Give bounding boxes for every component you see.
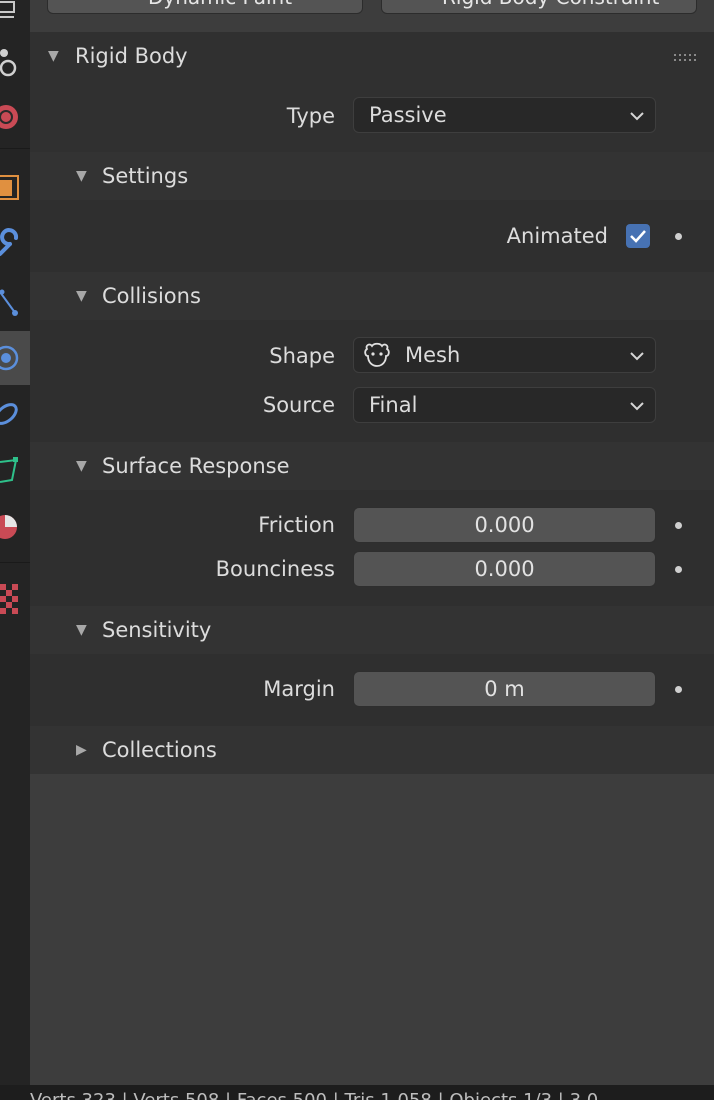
modifier-wrench-icon bbox=[0, 228, 19, 256]
scene-icon bbox=[0, 49, 17, 77]
source-value: Final bbox=[369, 393, 418, 417]
tab-object-data[interactable] bbox=[0, 448, 30, 494]
chevron-down-icon bbox=[630, 402, 644, 411]
settings-content: Animated bbox=[30, 200, 714, 272]
status-bar: Verts 323 | Verts 508 | Faces 500 | Tris… bbox=[0, 1085, 714, 1100]
tab-world[interactable] bbox=[0, 95, 30, 141]
properties-tab-strip bbox=[0, 0, 30, 1100]
world-icon bbox=[0, 105, 18, 129]
texture-icon bbox=[0, 584, 18, 614]
checkmark-icon bbox=[630, 230, 646, 243]
particles-icon bbox=[0, 289, 18, 316]
bounciness-label: Bounciness bbox=[215, 557, 335, 581]
rigid-body-content: Type Passive bbox=[30, 80, 714, 152]
chevron-down-icon bbox=[630, 352, 644, 361]
shape-dropdown[interactable]: Mesh bbox=[353, 337, 656, 373]
physics-icon bbox=[0, 345, 19, 371]
expanded-triangle-icon: ▼ bbox=[76, 458, 87, 474]
shape-label: Shape bbox=[269, 344, 335, 368]
settings-title: Settings bbox=[102, 164, 189, 188]
tab-texture[interactable] bbox=[0, 574, 30, 620]
type-label: Type bbox=[286, 104, 335, 128]
expanded-triangle-icon: ▼ bbox=[76, 288, 87, 304]
collisions-content: Shape Mesh Source Final bbox=[30, 320, 714, 442]
dynamic-paint-icon bbox=[56, 0, 80, 3]
rigid-body-constraint-icon bbox=[394, 0, 418, 3]
sensitivity-subpanel-header[interactable]: ▼ Sensitivity bbox=[30, 606, 714, 654]
collisions-title: Collisions bbox=[102, 284, 201, 308]
source-dropdown[interactable]: Final bbox=[353, 387, 656, 423]
shape-value: Mesh bbox=[405, 343, 461, 367]
rigid-body-title: Rigid Body bbox=[75, 44, 188, 68]
sensitivity-title: Sensitivity bbox=[102, 618, 212, 642]
friction-keyframe-dot[interactable] bbox=[675, 522, 682, 529]
tab-material[interactable] bbox=[0, 504, 30, 550]
type-value: Passive bbox=[369, 103, 447, 127]
margin-label: Margin bbox=[263, 677, 335, 701]
surface-response-subpanel-header[interactable]: ▼ Surface Response bbox=[30, 442, 714, 490]
tab-object[interactable] bbox=[0, 165, 30, 211]
dynamic-paint-label: Dynamic Paint bbox=[148, 0, 292, 11]
animated-checkbox[interactable] bbox=[626, 224, 650, 248]
chevron-down-icon bbox=[630, 112, 644, 121]
tab-physics[interactable] bbox=[0, 331, 30, 385]
drag-handle-icon[interactable] bbox=[674, 54, 696, 62]
source-label: Source bbox=[262, 393, 335, 417]
collapsed-triangle-icon: ▶ bbox=[76, 742, 87, 758]
status-bar-text: Verts 323 | Verts 508 | Faces 500 | Tris… bbox=[30, 1090, 598, 1100]
collections-subpanel-header[interactable]: ▶ Collections bbox=[30, 726, 714, 774]
tab-output[interactable] bbox=[0, 0, 30, 30]
margin-keyframe-dot[interactable] bbox=[675, 686, 682, 693]
expanded-triangle-icon: ▼ bbox=[76, 622, 87, 638]
dynamic-paint-button[interactable]: Dynamic Paint bbox=[47, 0, 363, 14]
friction-field[interactable]: 0.000 bbox=[353, 507, 656, 543]
tab-particles[interactable] bbox=[0, 280, 30, 326]
tab-scene[interactable] bbox=[0, 35, 30, 89]
type-dropdown[interactable]: Passive bbox=[353, 97, 656, 133]
animate-property-dot[interactable] bbox=[675, 233, 682, 240]
rigid-body-constraint-label: Rigid Body Constraint bbox=[442, 0, 659, 11]
constraints-icon bbox=[0, 403, 18, 425]
animated-label: Animated bbox=[506, 224, 608, 248]
bounciness-field[interactable]: 0.000 bbox=[353, 551, 656, 587]
margin-field[interactable]: 0 m bbox=[353, 671, 656, 707]
properties-editor: Dynamic Paint Rigid Body Constraint ▼ Ri… bbox=[30, 0, 714, 1085]
friction-label: Friction bbox=[258, 513, 335, 537]
tab-constraints[interactable] bbox=[0, 392, 30, 438]
material-icon bbox=[0, 515, 17, 539]
mesh-monkey-icon bbox=[364, 342, 390, 367]
surface-response-title: Surface Response bbox=[102, 454, 290, 478]
bounciness-keyframe-dot[interactable] bbox=[675, 566, 682, 573]
collections-title: Collections bbox=[102, 738, 217, 762]
surface-response-content: Friction 0.000 Bounciness 0.000 bbox=[30, 490, 714, 606]
object-data-icon bbox=[0, 457, 18, 483]
tab-modifiers[interactable] bbox=[0, 222, 30, 268]
rigid-body-constraint-button[interactable]: Rigid Body Constraint bbox=[381, 0, 697, 14]
settings-subpanel-header[interactable]: ▼ Settings bbox=[30, 152, 714, 200]
sensitivity-content: Margin 0 m bbox=[30, 654, 714, 726]
output-icon bbox=[0, 1, 15, 18]
expanded-triangle-icon: ▼ bbox=[76, 168, 87, 184]
rigid-body-panel-header[interactable]: ▼ Rigid Body bbox=[30, 32, 714, 80]
collisions-subpanel-header[interactable]: ▼ Collisions bbox=[30, 272, 714, 320]
expanded-triangle-icon: ▼ bbox=[48, 48, 59, 64]
object-icon bbox=[0, 175, 19, 200]
